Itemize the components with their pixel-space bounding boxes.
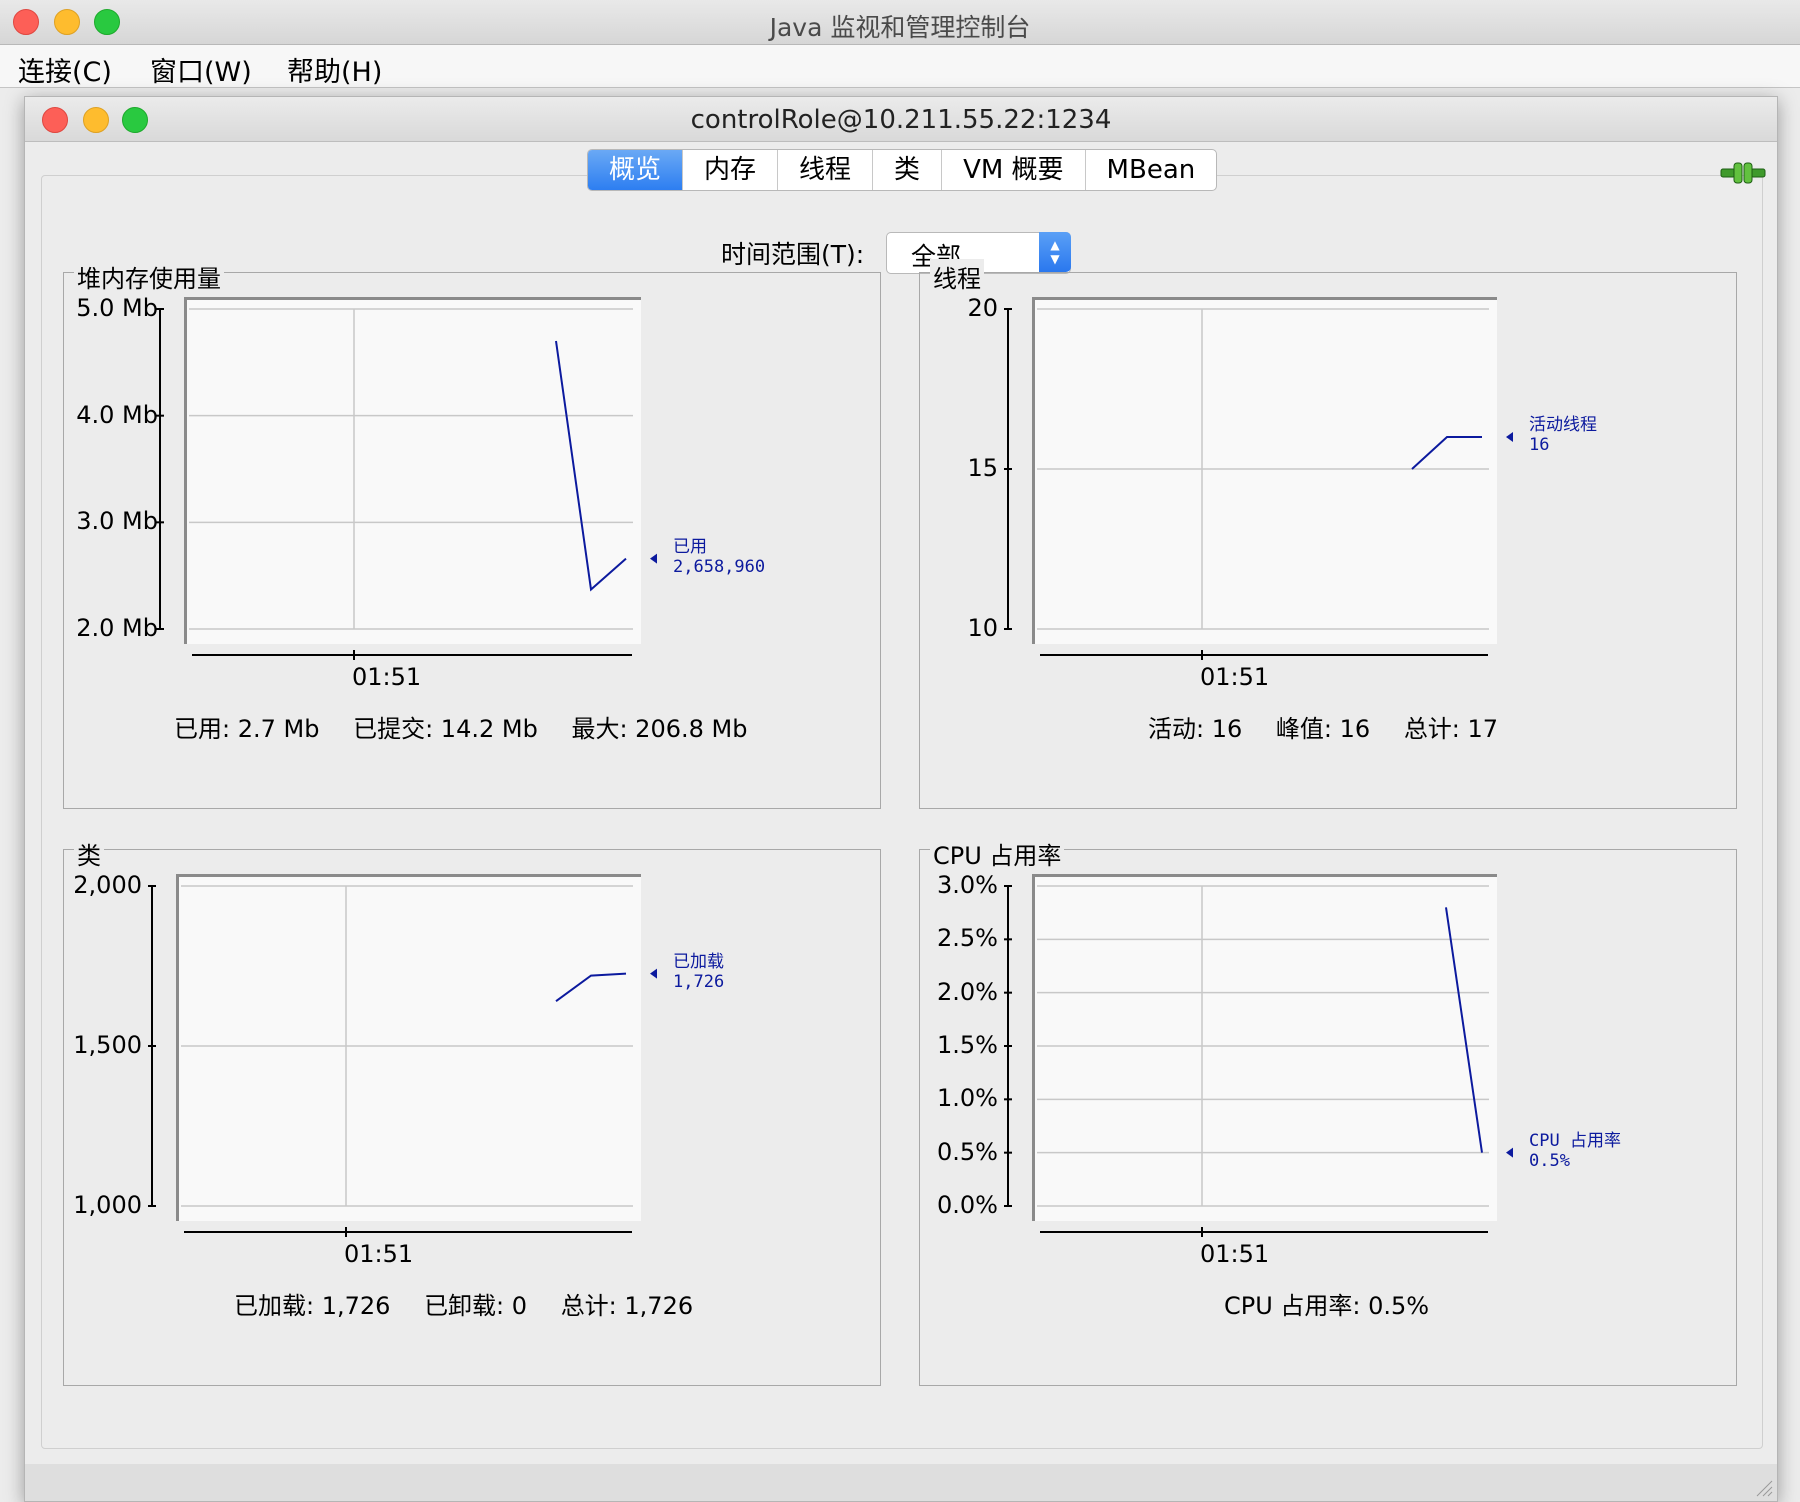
y-tick-label: 0.5% (937, 1137, 998, 1166)
x-tick-label: 01:51 (344, 1240, 414, 1268)
y-tick-label: 2.0% (937, 977, 998, 1006)
tab-threads[interactable]: 线程 (778, 150, 874, 190)
cpu-summary: CPU 占用率: 0.5% (1224, 1286, 1455, 1321)
heap-used: 已用: 2.7 Mb (174, 715, 320, 743)
threads-total: 总计: 17 (1403, 715, 1499, 743)
y-tick-label: 15 (967, 454, 998, 482)
y-tick-label: 0.0% (937, 1191, 998, 1219)
classes-unloaded: 已卸载: 0 (424, 1292, 528, 1320)
series-label: 活动线程 16 (1529, 415, 1597, 455)
y-tick-label: 20 (967, 294, 998, 322)
x-tick-label: 01:51 (1200, 663, 1270, 691)
threads-peak: 峰值: 16 (1275, 715, 1371, 743)
series-value: 2,658,960 (673, 556, 766, 577)
classes-summary: 已加载: 1,726 已卸载: 0 总计: 1,726 (234, 1286, 719, 1321)
tab-bar: 概览 内存 线程 类 VM 概要 MBean (587, 149, 1218, 191)
heap-committed: 已提交: 14.2 Mb (353, 715, 538, 743)
threads-panel: 线程 活动: 16 峰值: 16 总计: 17 20 15 10 01:51 活动线程 1… (919, 259, 1737, 809)
app-title: Java 监视和管理控制台 (769, 13, 1031, 42)
value-marker-icon (650, 968, 657, 979)
chart-canvas (156, 308, 657, 660)
select-updown-icon: ▲ ▼ (1039, 232, 1071, 272)
menu-connection[interactable]: 连接(C) (18, 50, 112, 89)
chart-canvas (148, 885, 657, 1237)
chart-canvas (1004, 308, 1513, 660)
tab-classes[interactable]: 类 (873, 150, 943, 190)
y-tick-label: 3.0 Mb (76, 507, 158, 536)
tab-mbeans[interactable]: MBean (1086, 150, 1217, 190)
y-tick-label: 10 (967, 614, 998, 642)
connection-window: controlRole@10.211.55.22:1234 概览 内存 线程 类… (24, 96, 1778, 1502)
series-label: CPU 占用率 0.5% (1529, 1131, 1621, 1171)
classes-panel: 类 已加载: 1,726 已卸载: 0 总计: 1,726 2,000 1,500… (63, 836, 881, 1386)
y-tick-label: 1,500 (73, 1031, 142, 1059)
tab-memory[interactable]: 内存 (683, 150, 779, 190)
cpu-usage: CPU 占用率: 0.5% (1224, 1292, 1430, 1320)
chart-canvas (1004, 885, 1513, 1237)
tab-vm-summary[interactable]: VM 概要 (942, 150, 1086, 190)
outer-titlebar: Java 监视和管理控制台 (0, 0, 1800, 45)
series-value: 16 (1529, 435, 1550, 455)
y-tick-label: 1.5% (937, 1031, 998, 1059)
connection-titlebar: controlRole@10.211.55.22:1234 (25, 97, 1777, 142)
y-tick-label: 2,000 (73, 871, 142, 899)
series-value: 0.5% (1529, 1150, 1570, 1171)
classes-loaded: 已加载: 1,726 (234, 1292, 391, 1320)
series-name: 已加载 (673, 951, 724, 972)
heap-memory-panel: 堆内存使用量 已用: 2.7 Mb 已提交: 14.2 Mb 最大: 206.8… (63, 259, 881, 809)
menu-help[interactable]: 帮助(H) (287, 50, 382, 89)
heap-max: 最大: 206.8 Mb (571, 715, 748, 743)
series-line (555, 972, 627, 1003)
time-range-label: 时间范围(T): (721, 240, 865, 269)
cpu-usage-panel: CPU 占用率 CPU 占用率: 0.5% 3.0% 2.5% 2.0% 1.5% 1.… (919, 836, 1737, 1386)
y-tick-label: 5.0 Mb (76, 294, 158, 322)
series-line (1411, 436, 1482, 470)
y-tick-label: 2.0 Mb (76, 614, 158, 642)
connected-plug-icon[interactable] (1719, 158, 1767, 192)
y-tick-label: 2.5% (937, 924, 998, 953)
series-name: CPU 占用率 (1529, 1130, 1621, 1151)
y-tick-label: 1.0% (937, 1084, 998, 1113)
tab-overview[interactable]: 概览 (588, 150, 684, 190)
x-tick-label: 01:51 (1200, 1240, 1270, 1268)
y-tick-label: 3.0% (937, 871, 998, 899)
x-tick-label: 01:51 (352, 663, 422, 691)
resize-grip-icon[interactable] (1755, 1479, 1773, 1497)
value-marker-icon (1506, 432, 1513, 442)
y-tick-label: 4.0 Mb (76, 400, 158, 429)
series-name: 已用 (673, 536, 707, 557)
threads-live: 活动: 16 (1148, 715, 1243, 743)
value-marker-icon (650, 553, 657, 564)
menu-window[interactable]: 窗口(W) (150, 50, 252, 89)
classes-total: 总计: 1,726 (560, 1292, 694, 1320)
series-label: 已加载 1,726 (673, 952, 724, 992)
connection-title: controlRole@10.211.55.22:1234 (690, 105, 1112, 135)
series-label: 已用 2,658,960 (673, 537, 765, 577)
series-line (1445, 907, 1483, 1153)
series-value: 1,726 (673, 971, 725, 992)
menubar: 连接(C) 窗口(W) 帮助(H) (0, 45, 1800, 88)
status-bar (25, 1464, 1777, 1501)
value-marker-icon (1506, 1147, 1513, 1158)
series-name: 活动线程 (1529, 415, 1597, 435)
threads-summary: 活动: 16 峰值: 16 总计: 17 (1148, 709, 1524, 744)
series-line (555, 340, 627, 592)
heap-summary: 已用: 2.7 Mb 已提交: 14.2 Mb 最大: 206.8 Mb (174, 709, 773, 744)
y-tick-label: 1,000 (73, 1191, 142, 1219)
